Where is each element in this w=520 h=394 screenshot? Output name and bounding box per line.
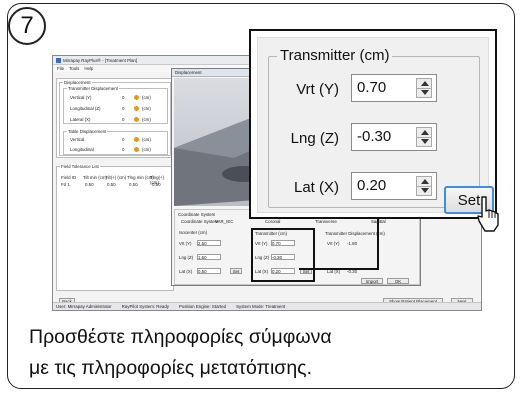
lat-value: 0.20 [357,177,387,194]
lat-spinner-icon[interactable] [416,176,432,196]
vrt-spinner-icon[interactable] [416,78,432,98]
zoom-callout: Transmitter (cm) Vrt (Y) 0.70 Lng (Z) -0… [249,29,497,219]
zoom-content: Transmitter (cm) Vrt (Y) 0.70 Lng (Z) -0… [257,37,494,214]
step-number-badge: 7 [8,7,46,45]
step-number: 7 [20,12,34,39]
vrt-input[interactable]: 0.70 [351,74,437,102]
lng-value: -0.30 [357,128,392,145]
lat-input[interactable]: 0.20 [351,172,437,200]
transmitter-group-title: Transmitter (cm) [277,47,393,64]
lng-label: Lng (Z) [290,130,339,147]
lat-label: Lat (X) [293,179,339,196]
hand-cursor-icon [477,196,499,232]
lng-input[interactable]: -0.30 [351,123,437,151]
vrt-label: Vrt (Y) [296,81,339,98]
lng-spinner-icon[interactable] [416,127,432,147]
vrt-value: 0.70 [357,79,387,96]
